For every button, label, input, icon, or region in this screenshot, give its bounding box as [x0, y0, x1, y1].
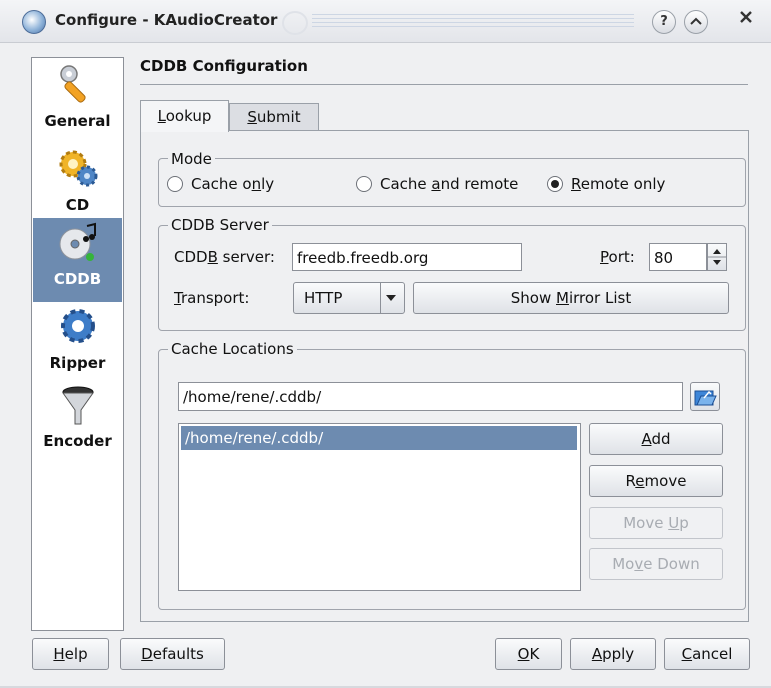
sidebar-item-label: CD [65, 196, 90, 214]
sidebar-item-label: CDDB [53, 270, 102, 288]
browse-folder-button[interactable] [690, 382, 720, 411]
radio-button-selected[interactable] [547, 176, 563, 192]
title-decoration [312, 14, 634, 28]
port-spinbox[interactable]: 80 [649, 243, 707, 271]
move-down-button[interactable]: Move Down [589, 548, 723, 580]
server-group-title: CDDB Server [168, 216, 272, 234]
gear-blue-icon [61, 309, 95, 343]
show-mirror-list-button[interactable]: Show Mirror List [413, 282, 729, 314]
port-label: Port: [600, 248, 635, 266]
cache-location-list[interactable]: /home/rene/.cddb/ [178, 423, 581, 591]
stepper-arrows-icon [708, 249, 726, 265]
cache-group-title: Cache Locations [168, 340, 297, 358]
folder-open-icon [694, 390, 717, 406]
tab-submit[interactable]: Submit [229, 103, 319, 131]
radio-label: Remote only [571, 175, 666, 193]
tab-mnemonic: L [157, 107, 166, 125]
cd-music-icon [59, 222, 96, 261]
help-button[interactable]: Help [32, 638, 109, 670]
server-label: CDDB server: [174, 248, 275, 266]
port-stepper[interactable] [707, 243, 727, 271]
server-group [158, 225, 746, 331]
help-title-button[interactable]: ? [652, 10, 676, 34]
sidebar-item-general[interactable]: General [33, 60, 122, 144]
transport-value: HTTP [304, 289, 343, 307]
category-list[interactable]: General CD CDDB Ripper Encoder [31, 57, 124, 631]
server-input[interactable]: freedb.freedb.org [292, 243, 522, 271]
close-button[interactable] [738, 9, 754, 30]
list-item-selected[interactable]: /home/rene/.cddb/ [181, 426, 577, 450]
chevron-up-icon [690, 17, 702, 25]
divider [140, 84, 748, 85]
tab-lookup[interactable]: Lookup [140, 100, 229, 132]
page-title: CDDB Configuration [140, 57, 308, 75]
mode-group-title: Mode [168, 150, 215, 168]
defaults-button[interactable]: Defaults [120, 638, 225, 670]
remove-button[interactable]: Remove [589, 465, 723, 497]
tab-label: ubmit [256, 108, 301, 126]
sidebar-item-encoder[interactable]: Encoder [33, 380, 122, 464]
cache-path-input[interactable]: /home/rene/.cddb/ [178, 382, 683, 411]
sidebar-item-label: Encoder [43, 432, 112, 450]
ok-button[interactable]: OK [495, 638, 562, 670]
chevron-down-icon [386, 295, 396, 301]
transport-label: Transport: [174, 289, 250, 307]
title-swirl-icon [282, 11, 308, 35]
title-bar[interactable]: Configure - KAudioCreator ? [0, 0, 771, 43]
sidebar-item-ripper[interactable]: Ripper [33, 302, 122, 386]
radio-button[interactable] [356, 176, 372, 192]
sidebar-item-cddb[interactable]: CDDB [33, 218, 122, 302]
cancel-button[interactable]: Cancel [664, 638, 750, 670]
add-button[interactable]: Add [589, 423, 723, 455]
select-separator [380, 283, 381, 313]
window-title: Configure - KAudioCreator [55, 11, 278, 29]
sidebar-item-label: Ripper [49, 354, 106, 372]
move-up-button[interactable]: Move Up [589, 507, 723, 539]
transport-select[interactable]: HTTP [293, 282, 405, 314]
wrench-icon [60, 65, 86, 103]
sidebar-item-label: General [44, 112, 111, 130]
radio-label: Cache and remote [380, 175, 519, 193]
shade-button[interactable] [684, 10, 708, 34]
tab-label: ookup [165, 107, 212, 125]
radio-label: Cache only [191, 175, 275, 193]
radio-button[interactable] [167, 176, 183, 192]
sidebar-item-cd[interactable]: CD [33, 144, 122, 228]
apply-button[interactable]: Apply [570, 638, 656, 670]
close-icon [740, 11, 752, 23]
tab-panel-lookup: Mode Cache only Cache and remote Remote … [140, 130, 749, 622]
gears-icon [59, 150, 98, 187]
funnel-icon [62, 386, 94, 425]
app-icon[interactable] [22, 10, 46, 34]
tab-mnemonic: S [247, 108, 257, 126]
